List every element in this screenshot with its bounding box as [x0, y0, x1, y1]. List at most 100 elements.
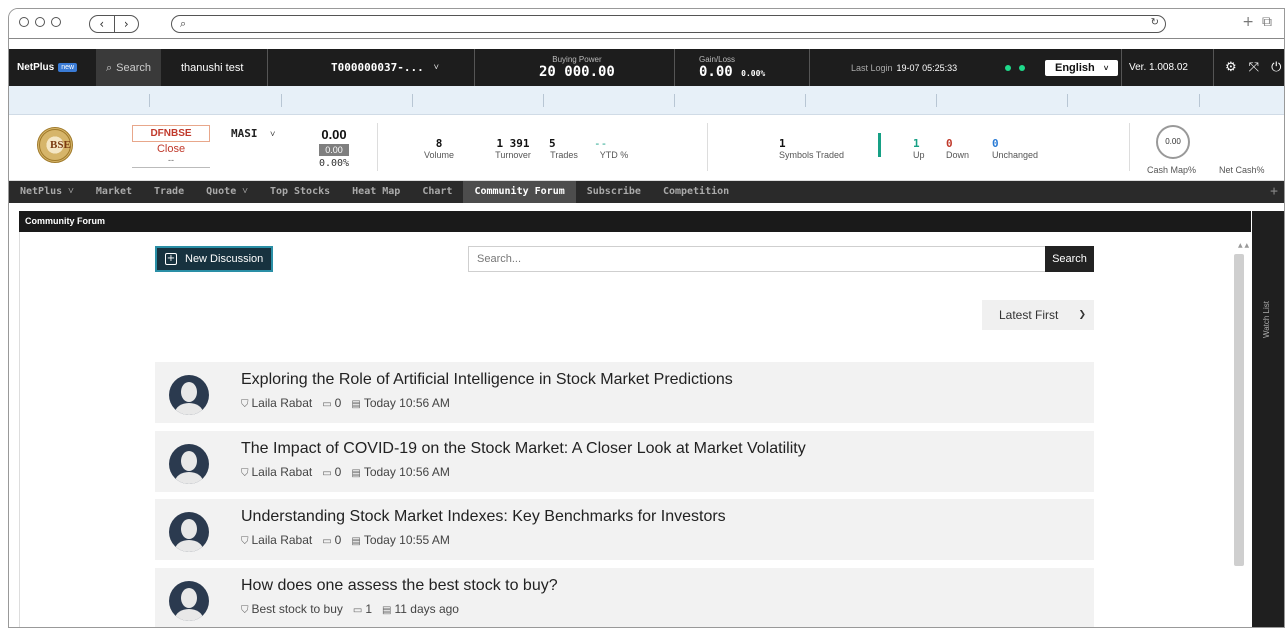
ticker-strip	[9, 86, 1284, 115]
post-author: Laila Rabat	[251, 533, 313, 547]
stat-label: Unchanged	[992, 150, 1039, 160]
expand-icon[interactable]: ⤧	[1249, 60, 1259, 75]
top-bar: NetPlus new ⌕ Search thanushi test T0000…	[9, 49, 1284, 86]
post-title[interactable]: Understanding Stock Market Indexes: Key …	[241, 508, 726, 526]
tab-community-forum[interactable]: Community Forum	[463, 181, 576, 203]
comment-icon: ▭	[352, 605, 363, 616]
maximize-window-dot[interactable]	[51, 17, 61, 27]
stat-up: 1 Up	[913, 137, 925, 160]
tabs-icon[interactable]: ⧉	[1262, 14, 1280, 30]
avatar	[169, 581, 209, 621]
watch-list-panel[interactable]: Watch List	[1252, 211, 1284, 627]
post-title[interactable]: How does one assess the best stock to bu…	[241, 577, 558, 595]
tab-trade[interactable]: Trade	[143, 181, 195, 203]
post-time: Today 10:56 AM	[363, 465, 450, 479]
scroll-up-icon[interactable]: ▲ ▲	[1238, 242, 1249, 249]
exchange-status[interactable]: DFNBSE Close --	[132, 125, 210, 168]
list-item[interactable]: The Impact of COVID-19 on the Stock Mark…	[155, 431, 1094, 492]
new-discussion-button[interactable]: + New Discussion	[155, 246, 273, 272]
buying-power-value: 20 000.00	[539, 64, 615, 80]
list-item[interactable]: Understanding Stock Market Indexes: Key …	[155, 499, 1094, 560]
forum-search-input[interactable]: Search...	[468, 246, 1046, 272]
index-change: 0.00	[319, 144, 349, 156]
tab-heat-map[interactable]: Heat Map	[341, 181, 411, 203]
cash-map-label: Cash Map%	[1147, 165, 1197, 175]
tab-quote[interactable]: Quote ˅	[195, 181, 259, 203]
plus-icon[interactable]: +	[1270, 181, 1278, 203]
tab-market[interactable]: Market	[85, 181, 143, 203]
stat-label: Up	[913, 150, 925, 160]
avatar	[169, 512, 209, 552]
market-summary: BSE DFNBSE Close -- MASI ˅ 0.00 0.00 0.0…	[9, 115, 1284, 181]
stat-label: Down	[946, 150, 970, 160]
gain-loss-value: 0.00	[699, 64, 733, 80]
post-comments: 1	[365, 602, 373, 616]
watch-list-label: Watch List	[1262, 301, 1271, 339]
buying-power-label: Buying Power	[552, 55, 602, 64]
search-icon: ⌕	[180, 17, 187, 30]
forum-search-button[interactable]: Search	[1045, 246, 1094, 272]
stat-value: 1	[779, 137, 786, 150]
reload-icon[interactable]: ↻	[1151, 17, 1159, 28]
stat-value: --	[594, 137, 608, 150]
forward-icon[interactable]: ›	[113, 16, 139, 32]
global-search[interactable]: ⌕ Search	[96, 49, 162, 86]
list-item[interactable]: How does one assess the best stock to bu…	[155, 568, 1094, 627]
list-item[interactable]: Exploring the Role of Artificial Intelli…	[155, 362, 1094, 423]
status-dot	[1005, 64, 1011, 71]
minimize-window-dot[interactable]	[35, 17, 45, 27]
comment-icon: ▭	[322, 399, 332, 410]
chevron-down-icon: ❯	[1078, 310, 1086, 320]
toolbar-icons: ⚙ ⤧ ⏻	[1219, 49, 1284, 86]
close-window-dot[interactable]	[19, 17, 29, 27]
divider	[267, 49, 268, 86]
tab-netplus[interactable]: NetPlus ˅	[9, 181, 85, 203]
brand-badge: new	[58, 63, 78, 72]
stat-value: 0	[946, 137, 953, 150]
gain-loss-label: Gain/Loss	[699, 55, 736, 64]
sort-value: Latest First	[999, 308, 1059, 322]
main-nav: NetPlus ˅ Market Trade Quote ˅ Top Stock…	[9, 181, 1284, 203]
post-time: Today 10:56 AM	[363, 396, 450, 410]
calendar-icon: ▤	[351, 399, 361, 410]
tab-top-stocks[interactable]: Top Stocks	[259, 181, 341, 203]
cash-map-gauge: 0.00	[1156, 125, 1190, 159]
forum-panel: + New Discussion Search... Search Latest…	[19, 232, 1251, 627]
net-cash-label: Net Cash%	[1219, 165, 1265, 175]
window-controls	[19, 17, 61, 27]
gear-icon[interactable]: ⚙	[1225, 60, 1237, 75]
post-author: Laila Rabat	[251, 465, 313, 479]
language-selector[interactable]: English ˅	[1045, 49, 1119, 86]
index-selector[interactable]: MASI ˅	[231, 127, 275, 140]
account-selector[interactable]: T000000037-... ˅	[331, 49, 439, 86]
brand[interactable]: NetPlus new	[17, 49, 78, 86]
stat-label: YTD %	[599, 150, 629, 160]
tab-chart[interactable]: Chart	[411, 181, 463, 203]
back-icon[interactable]: ‹	[90, 16, 114, 32]
tab-subscribe[interactable]: Subscribe	[576, 181, 652, 203]
last-login-value: 19-07 05:25:33	[896, 62, 958, 73]
stat-ytd: -- YTD %	[594, 137, 634, 160]
new-tab-icon[interactable]: +	[1242, 14, 1262, 30]
scrollbar-thumb[interactable]	[1234, 254, 1244, 566]
status-dot	[1019, 64, 1025, 71]
browser-actions: +⧉	[1242, 14, 1280, 30]
stat-label: Turnover	[495, 150, 531, 160]
stat-unchanged: 0 Unchanged	[992, 137, 1038, 160]
post-title[interactable]: The Impact of COVID-19 on the Stock Mark…	[241, 440, 806, 458]
stat-down: 0 Down	[946, 137, 969, 160]
exchange-logo: BSE	[37, 127, 73, 163]
gain-loss: Gain/Loss 0.00 0.00%	[699, 49, 765, 86]
power-icon[interactable]: ⏻	[1271, 60, 1281, 75]
user-name[interactable]: thanushi test	[181, 49, 243, 86]
address-bar[interactable]: ⌕ ↻	[171, 15, 1166, 33]
avatar	[169, 375, 209, 415]
post-title[interactable]: Exploring the Role of Artificial Intelli…	[241, 371, 733, 389]
chevron-down-icon: ˅	[433, 63, 439, 73]
tab-competition[interactable]: Competition	[652, 181, 740, 203]
sort-select[interactable]: Latest First ❯	[982, 300, 1094, 330]
global-search-label: Search	[116, 61, 152, 74]
index-values: 0.00 0.00 0.00%	[304, 127, 364, 169]
new-discussion-label: New Discussion	[185, 253, 264, 265]
breadth-bar	[878, 133, 881, 157]
